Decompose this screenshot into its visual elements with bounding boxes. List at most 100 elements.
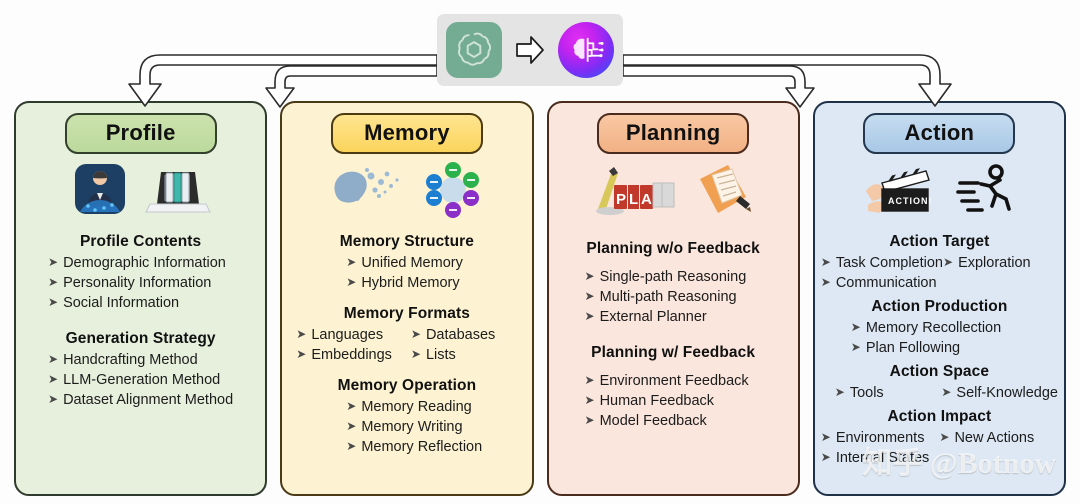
list-item-label: Exploration: [958, 255, 1031, 271]
laptop-files-icon: [144, 164, 212, 221]
list-item[interactable]: ➤ Lists: [411, 345, 526, 365]
list-item[interactable]: ➤ Environment Feedback: [555, 371, 792, 391]
plan-blocks-icon: P L A: [592, 161, 678, 224]
list-item[interactable]: ➤ Demographic Information: [22, 253, 259, 273]
panel-planning[interactable]: Planning P L A Planning w/o Feedback ➤ S…: [546, 101, 800, 496]
connector-to-action: [622, 54, 952, 107]
chevron-right-icon: ➤: [296, 347, 307, 361]
list-item[interactable]: ➤ Dataset Alignment Method: [22, 390, 259, 410]
list-item[interactable]: ➤ Human Feedback: [555, 391, 792, 411]
section-items: ➤ Task Completion ➤ Exploration ➤ Communica…: [821, 253, 1058, 293]
list-item-label: Model Feedback: [599, 413, 707, 429]
list-item[interactable]: ➤ Task Completion: [821, 253, 943, 273]
running-person-icon: [954, 161, 1016, 224]
chevron-right-icon: ➤: [939, 430, 950, 444]
chevron-right-icon: ➤: [346, 419, 357, 433]
list-item-label: Unified Memory: [361, 255, 463, 271]
chevron-right-icon: ➤: [584, 269, 595, 283]
section-heading: Memory Operation: [337, 377, 477, 394]
list-item[interactable]: ➤ Internal States: [821, 448, 1058, 468]
chevron-right-icon: ➤: [820, 255, 831, 269]
panel-title-memory: Memory: [330, 113, 483, 154]
chevron-right-icon: ➤: [48, 295, 59, 309]
list-item-label: Dataset Alignment Method: [63, 392, 234, 408]
connector-to-planning: [622, 65, 815, 108]
model-source-badge: [437, 14, 623, 86]
list-item[interactable]: ➤ Embeddings: [288, 345, 411, 365]
list-item-label: Multi-path Reasoning: [599, 289, 737, 305]
chevron-right-icon: ➤: [820, 275, 831, 289]
chevron-right-icon: ➤: [48, 372, 59, 386]
section-items: ➤ Tools ➤ Self-Knowledge: [821, 383, 1058, 403]
list-item-label: New Actions: [954, 430, 1035, 446]
list-item[interactable]: ➤ Memory Reflection: [288, 437, 525, 457]
list-item[interactable]: ➤ Social Information: [22, 293, 259, 313]
list-item[interactable]: ➤ Plan Following: [821, 338, 1058, 358]
list-item[interactable]: ➤ Handcrafting Method: [22, 350, 259, 370]
list-item[interactable]: ➤ Languages: [288, 325, 411, 345]
list-item[interactable]: ➤ Databases: [411, 325, 526, 345]
ai-brain-icon: [558, 22, 614, 78]
list-item-label: Environment Feedback: [599, 373, 749, 389]
chevron-right-icon: ➤: [850, 340, 861, 354]
list-item[interactable]: ➤ Self-Knowledge: [941, 383, 1058, 403]
list-item[interactable]: ➤ Hybrid Memory: [288, 273, 525, 293]
list-item[interactable]: ➤ New Actions: [939, 428, 1058, 448]
chevron-right-icon: ➤: [48, 275, 59, 289]
chevron-right-icon: ➤: [48, 255, 59, 269]
list-item[interactable]: ➤ Exploration: [943, 253, 1058, 273]
section-heading: Planning w/o Feedback: [586, 240, 760, 257]
list-item-label: Personality Information: [63, 275, 212, 291]
list-item-label: Communication: [835, 275, 937, 291]
list-item-label: Plan Following: [865, 340, 961, 356]
diagram-canvas: Profile Profile Contents ➤ Demographic I…: [0, 0, 1080, 504]
list-item-label: Lists: [425, 347, 456, 363]
section-items: ➤ Environment Feedback ➤ Human Feedback ➤ M…: [555, 371, 792, 431]
list-item[interactable]: ➤ External Planner: [555, 307, 792, 327]
list-item-label: Memory Recollection: [865, 320, 1002, 336]
panel-action[interactable]: Action ACTION! Action Target ➤ Task Comp…: [812, 101, 1066, 496]
chevron-right-icon: ➤: [48, 352, 59, 366]
list-item[interactable]: ➤ Multi-path Reasoning: [555, 287, 792, 307]
section-heading: Planning w/ Feedback: [591, 344, 756, 361]
panel-profile[interactable]: Profile Profile Contents ➤ Demographic I…: [14, 101, 268, 496]
list-item[interactable]: ➤ Unified Memory: [288, 253, 525, 273]
list-item[interactable]: ➤ Personality Information: [22, 273, 259, 293]
chevron-right-icon: ➤: [346, 255, 357, 269]
chevron-right-icon: ➤: [584, 413, 595, 427]
chevron-right-icon: ➤: [584, 309, 595, 323]
panel-title-profile: Profile: [64, 113, 217, 154]
chevron-right-icon: ➤: [296, 327, 307, 341]
list-item[interactable]: ➤ Memory Writing: [288, 417, 525, 437]
section-heading: Generation Strategy: [65, 330, 216, 347]
chevron-right-icon: ➤: [410, 347, 421, 361]
section-items: ➤ Single-path Reasoning ➤ Multi-path Reaso…: [555, 267, 792, 327]
section-heading: Action Space: [889, 363, 990, 380]
list-item-label: Human Feedback: [599, 393, 715, 409]
section-items: ➤ Memory Reading ➤ Memory Writing ➤ Memory …: [288, 397, 525, 457]
chevron-right-icon: ➤: [346, 399, 357, 413]
businessman-data-icon: [70, 162, 130, 223]
section-heading: Memory Formats: [343, 305, 471, 322]
chevron-right-icon: ➤: [584, 373, 595, 387]
list-item[interactable]: ➤ Tools: [821, 383, 942, 403]
list-item-label: Tools: [849, 385, 884, 401]
brain-dissolve-icon: [329, 162, 407, 223]
list-item[interactable]: ➤ Single-path Reasoning: [555, 267, 792, 287]
list-item[interactable]: ➤ LLM-Generation Method: [22, 370, 259, 390]
list-item[interactable]: ➤ Model Feedback: [555, 411, 792, 431]
chevron-right-icon: ➤: [941, 385, 952, 399]
svg-text:A: A: [641, 191, 652, 208]
chevron-right-icon: ➤: [48, 392, 59, 406]
list-item[interactable]: ➤ Environments: [821, 428, 940, 448]
list-item-label: Memory Reflection: [361, 439, 483, 455]
list-item[interactable]: ➤ Memory Reading: [288, 397, 525, 417]
memory-types-wheel-icon: [421, 160, 485, 225]
clapperboard-action-icon: ACTION!: [862, 161, 940, 224]
chevron-right-icon: ➤: [346, 275, 357, 289]
list-item[interactable]: ➤ Communication: [821, 273, 1058, 293]
chevron-right-icon: ➤: [850, 320, 861, 334]
panel-memory[interactable]: Memory Memory Structure ➤ Unified Memory…: [280, 101, 534, 496]
list-item[interactable]: ➤ Memory Recollection: [821, 318, 1058, 338]
panel-icons-planning: P L A: [592, 160, 754, 224]
